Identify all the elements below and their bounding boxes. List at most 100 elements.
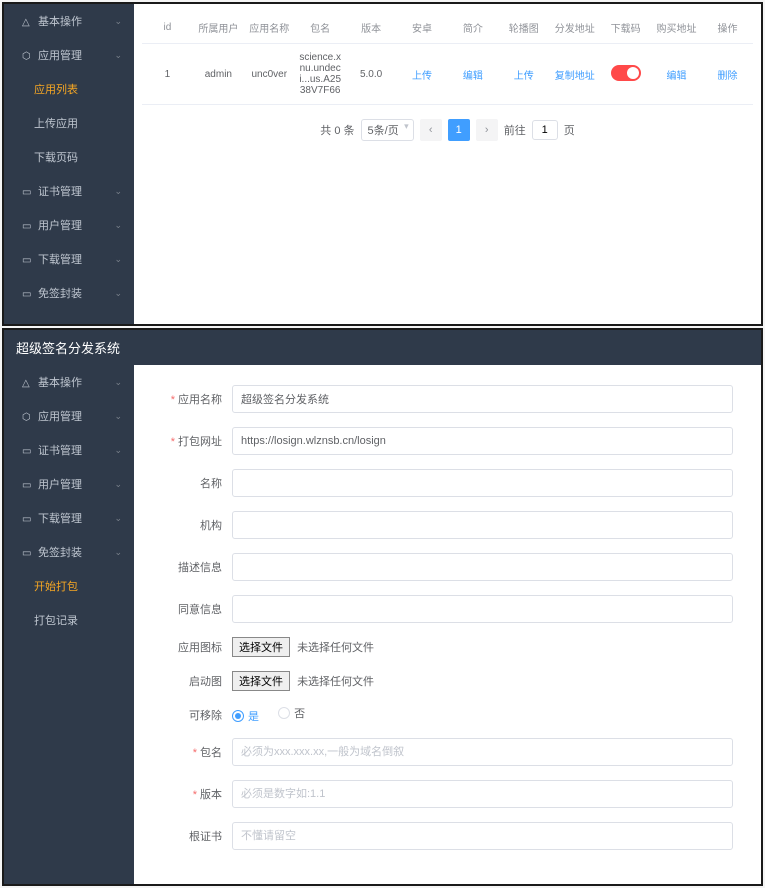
sidebar-item[interactable]: ⬡ 应用管理 ⌄ — [4, 399, 134, 433]
intro-edit-link[interactable]: 编辑 — [447, 44, 498, 105]
cell-user: admin — [193, 44, 244, 105]
label-root-cert: 根证书 — [162, 828, 232, 844]
pager-total: 共 0 条 — [320, 122, 354, 138]
label-removable: 可移除 — [162, 707, 232, 723]
chevron-down-icon: ⌄ — [114, 16, 122, 27]
sidebar-item-label: 下载页码 — [34, 149, 78, 165]
menu-icon: ▭ — [22, 480, 32, 491]
sidebar-item-label: 用户管理 — [38, 479, 82, 491]
sidebar-item[interactable]: 上传应用 — [4, 106, 134, 140]
sidebar-item[interactable]: ▭ 用户管理 ⌄ — [4, 467, 134, 501]
radio-dot-icon — [232, 710, 244, 722]
sidebar-item-label: 证书管理 — [38, 445, 82, 457]
menu-icon: ▭ — [22, 446, 32, 457]
app-icon-file-text: 未选择任何文件 — [297, 642, 374, 654]
menu-icon: ▭ — [22, 514, 32, 525]
page-unit: 页 — [564, 122, 575, 138]
chevron-down-icon: ⌄ — [114, 445, 122, 456]
build-url-input[interactable] — [232, 427, 733, 455]
sidebar-item[interactable]: ▭ 证书管理 ⌄ — [4, 433, 134, 467]
sidebar-item[interactable]: △基本操作⌄ — [4, 4, 134, 38]
page-size-select[interactable]: 5条/页 — [361, 119, 414, 141]
name-input[interactable] — [232, 469, 733, 497]
chevron-down-icon: ⌄ — [114, 411, 122, 422]
menu-icon: ▭ — [22, 548, 32, 559]
sidebar-item-label: 免签封装 — [38, 547, 82, 559]
chevron-down-icon: ⌄ — [114, 288, 122, 299]
chevron-down-icon: ⌄ — [114, 50, 122, 61]
org-input[interactable] — [232, 511, 733, 539]
sidebar-item[interactable]: ▭免签封装⌄ — [4, 276, 134, 310]
cell-name: unc0ver — [244, 44, 295, 105]
col-header: 购买地址 — [651, 12, 702, 44]
app-icon-file-button[interactable]: 选择文件 — [232, 637, 290, 657]
sidebar-item[interactable]: 打包记录 — [4, 603, 134, 637]
sidebar-item[interactable]: ▭证书管理⌄ — [4, 174, 134, 208]
label-app-name: 应用名称 — [162, 391, 232, 407]
disclaimer-input[interactable] — [232, 595, 733, 623]
label-launch: 启动图 — [162, 673, 232, 689]
switch-icon[interactable] — [611, 65, 641, 81]
app-name-input[interactable] — [232, 385, 733, 413]
chevron-down-icon: ⌄ — [114, 254, 122, 265]
sidebar-item[interactable]: △基本操作⌄ — [4, 365, 134, 399]
pkg-input[interactable] — [232, 738, 733, 766]
next-page-button[interactable]: › — [476, 119, 498, 141]
col-header: 简介 — [447, 12, 498, 44]
cell-pkg: science.xnu.undeci...us.A2538V7F66 — [295, 44, 346, 105]
chevron-down-icon: ⌄ — [114, 479, 122, 490]
sidebar-item-label: 基本操作 — [38, 16, 82, 28]
sidebar-item-label: 打包记录 — [34, 612, 78, 628]
sidebar-item-label: 下载管理 — [38, 513, 82, 525]
sidebar-item[interactable]: ▭用户管理⌄ — [4, 208, 134, 242]
carousel-upload-link[interactable]: 上传 — [498, 44, 549, 105]
sidebar-item-label: 应用列表 — [34, 81, 78, 97]
sidebar-item-label: 应用管理 — [38, 411, 82, 423]
menu-icon: ▭ — [22, 289, 32, 300]
sidebar-item[interactable]: 下载页码 — [4, 140, 134, 174]
sidebar-item[interactable]: ▭免签封装⌄ — [4, 535, 134, 569]
col-header: 下载码 — [600, 12, 651, 44]
sidebar-item-label: 下载管理 — [38, 254, 82, 266]
dist-copy-link[interactable]: 复制地址 — [549, 44, 600, 105]
table-row: 1 admin unc0ver science.xnu.undeci...us.… — [142, 44, 753, 105]
removable-no-radio[interactable]: 否 — [278, 705, 305, 721]
menu-icon: ⬡ — [22, 51, 32, 62]
ver-input[interactable] — [232, 780, 733, 808]
col-header: 版本 — [346, 12, 397, 44]
goto-input[interactable] — [532, 120, 558, 140]
package-form: 应用名称 打包网址 名称 机构 描述信息 — [142, 373, 753, 876]
buy-edit-link[interactable]: 编辑 — [651, 44, 702, 105]
label-desc: 描述信息 — [162, 559, 232, 575]
menu-icon: ▭ — [22, 221, 32, 232]
chevron-down-icon: ⌄ — [114, 513, 122, 524]
sidebar-item[interactable]: 开始打包 — [4, 569, 134, 603]
sidebar-item-label: 应用管理 — [38, 50, 82, 62]
cell-id: 1 — [142, 44, 193, 105]
page-1-button[interactable]: 1 — [448, 119, 470, 141]
menu-icon: ▭ — [22, 255, 32, 266]
download-code-toggle[interactable] — [600, 44, 651, 105]
sidebar-item[interactable]: ⬡ 应用管理 ⌄ — [4, 38, 134, 72]
system-title: 超级签名分发系统 — [4, 330, 761, 365]
sidebar-item-label: 基本操作 — [38, 377, 82, 389]
delete-link[interactable]: 删除 — [702, 44, 753, 105]
prev-page-button[interactable]: ‹ — [420, 119, 442, 141]
label-name: 名称 — [162, 475, 232, 491]
sidebar-item-label: 证书管理 — [38, 186, 82, 198]
menu-icon: ⬡ — [22, 412, 32, 423]
root-cert-input[interactable] — [232, 822, 733, 850]
sidebar-item-label: 用户管理 — [38, 220, 82, 232]
sidebar-item[interactable]: ▭ 下载管理 ⌄ — [4, 501, 134, 535]
menu-icon: ▭ — [22, 187, 32, 198]
goto-label: 前往 — [504, 122, 526, 138]
chevron-down-icon: ⌄ — [114, 377, 122, 388]
removable-yes-radio[interactable]: 是 — [232, 708, 259, 724]
desc-input[interactable] — [232, 553, 733, 581]
app-table: id所属用户应用名称包名版本安卓简介轮播图分发地址下载码购买地址操作 1 adm… — [142, 12, 753, 105]
label-ver: 版本 — [162, 786, 232, 802]
launch-file-button[interactable]: 选择文件 — [232, 671, 290, 691]
sidebar-item[interactable]: 应用列表 — [4, 72, 134, 106]
sidebar-item[interactable]: ▭ 下载管理 ⌄ — [4, 242, 134, 276]
android-upload-link[interactable]: 上传 — [397, 44, 448, 105]
